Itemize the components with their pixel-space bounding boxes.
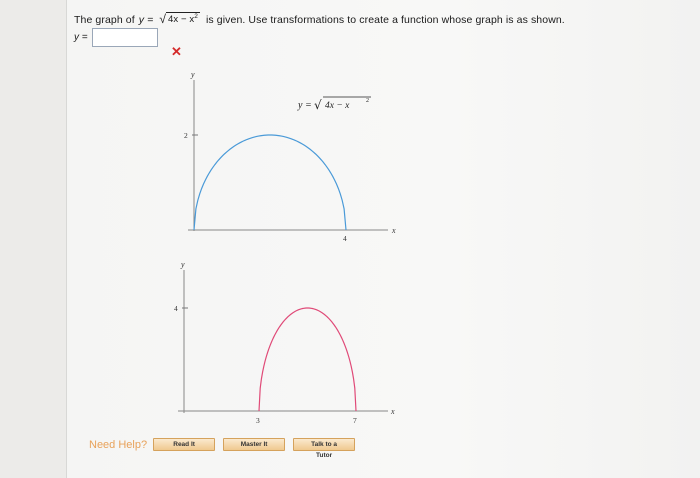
radicand-main: 4x − x xyxy=(168,14,195,26)
answer-label: y = xyxy=(74,32,88,43)
graph-bottom: y x 4 3 7 xyxy=(174,260,395,425)
answer-row: y = xyxy=(74,28,158,47)
radical-sign: √ xyxy=(159,12,167,26)
graph-bottom-y-label: y xyxy=(180,260,185,269)
help-row: Need Help? Read It Master It Talk to a T… xyxy=(89,438,363,459)
graph-top-x-tick-label: 4 xyxy=(343,234,347,243)
graph-top: y x 2 4 y = √ 4x − x 2 xyxy=(184,70,396,243)
question-radical: √ 4x − x2 xyxy=(159,12,200,26)
graph-top-equation: y = √ 4x − x 2 xyxy=(297,96,371,112)
graph-top-equation-radicand: 4x − x xyxy=(325,101,350,111)
question-text: The graph of y = √ 4x − x2 is given. Use… xyxy=(74,12,565,26)
radicand: 4x − x2 xyxy=(166,12,200,25)
graph-bottom-curve xyxy=(258,307,357,412)
need-help-label: Need Help? xyxy=(89,438,148,451)
talk-to-tutor-button[interactable]: Talk to a Tutor xyxy=(293,438,356,459)
graph-bottom-x-tick-label-7: 7 xyxy=(353,416,357,425)
graph-top-x-label: x xyxy=(391,226,396,235)
graph-top-y-label: y xyxy=(190,70,195,79)
master-it-button[interactable]: Master It xyxy=(223,438,286,451)
question-y-eq: y = xyxy=(138,14,154,26)
question-prefix: The graph of xyxy=(74,14,135,26)
radicand-exponent: 2 xyxy=(194,13,198,20)
graph-bottom-x-tick-label-3: 3 xyxy=(256,416,260,425)
graph-top-equation-radical: √ xyxy=(314,98,322,112)
graph-bottom-x-label: x xyxy=(390,407,395,416)
graph-top-curve xyxy=(193,134,347,231)
read-it-button[interactable]: Read It xyxy=(153,438,216,451)
incorrect-icon: ✕ xyxy=(171,44,182,59)
graph-top-equation-prefix: y = xyxy=(297,100,312,111)
graph-top-equation-exp: 2 xyxy=(366,98,369,104)
question-suffix: is given. Use transformations to create … xyxy=(205,14,565,26)
graph-top-y-tick-label: 2 xyxy=(184,131,188,140)
answer-input[interactable] xyxy=(91,28,158,47)
graph-bottom-y-tick-label: 4 xyxy=(174,304,178,313)
